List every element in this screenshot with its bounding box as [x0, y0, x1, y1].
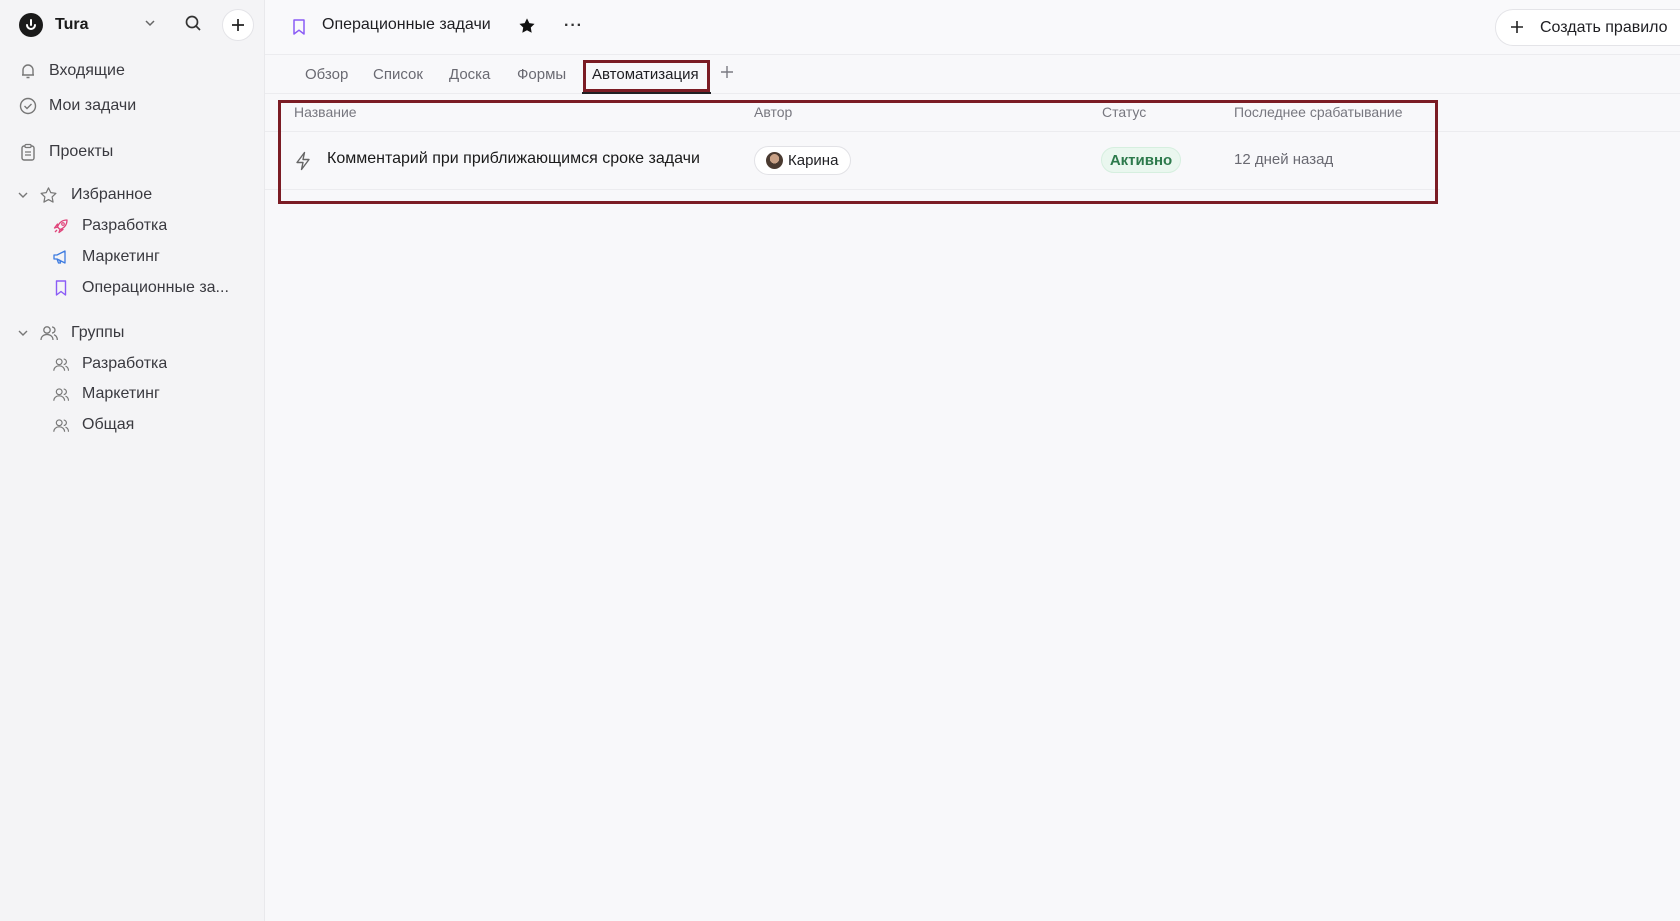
groups-section-toggle[interactable]: Группы	[17, 321, 124, 345]
workspace-logo-icon	[19, 13, 43, 37]
tab-overview[interactable]: Обзор	[305, 66, 348, 83]
active-tab-indicator	[582, 92, 711, 94]
tab-forms[interactable]: Формы	[517, 66, 566, 83]
users-icon	[52, 356, 70, 373]
users-icon	[52, 417, 70, 434]
bookmark-icon	[291, 18, 307, 41]
favorites-label: Избранное	[71, 186, 153, 203]
chevron-down-icon	[17, 327, 31, 339]
page-title: Операционные задачи	[322, 16, 491, 33]
workspace-switcher[interactable]: Tura	[19, 12, 155, 38]
group-item-development[interactable]: Разработка	[52, 352, 242, 376]
groups-label: Группы	[71, 324, 125, 341]
chevron-down-icon[interactable]	[143, 16, 157, 35]
more-options-icon[interactable]: ···	[564, 17, 583, 35]
group-item-label: Общая	[82, 416, 135, 433]
add-button[interactable]	[222, 9, 254, 41]
favorite-item-marketing[interactable]: Маркетинг	[52, 245, 242, 269]
plus-icon	[232, 19, 244, 31]
page-header: Операционные задачи ··· Создать правило	[265, 0, 1680, 55]
group-item-label: Маркетинг	[82, 385, 160, 402]
nav-item-label: Входящие	[49, 62, 125, 79]
search-icon[interactable]	[185, 15, 202, 37]
favorites-section-toggle[interactable]: Избранное	[17, 183, 152, 207]
nav-item-projects[interactable]: Проекты	[19, 140, 113, 164]
tab-list[interactable]: Список	[373, 66, 423, 83]
tab-board[interactable]: Доска	[449, 66, 490, 83]
favorite-item-operations[interactable]: Операционные за...	[52, 276, 242, 300]
group-item-marketing[interactable]: Маркетинг	[52, 382, 242, 406]
bell-icon	[19, 62, 37, 80]
group-item-general[interactable]: Общая	[52, 413, 242, 437]
check-circle-icon	[19, 97, 37, 115]
favorite-item-label: Операционные за...	[82, 279, 229, 296]
nav-item-inbox[interactable]: Входящие	[19, 59, 125, 83]
add-tab-button[interactable]	[720, 62, 734, 85]
view-tabs: Обзор Список Доска Формы Автоматизация	[265, 56, 1680, 94]
sidebar: Tura Входящие Мои задачи Проекты Избранн…	[0, 0, 265, 921]
create-rule-label: Создать правило	[1540, 18, 1668, 36]
megaphone-icon	[52, 248, 70, 266]
plus-icon	[1510, 18, 1524, 38]
bookmark-icon	[52, 279, 70, 297]
clipboard-icon	[19, 143, 37, 161]
rocket-icon	[52, 217, 70, 235]
tab-highlight-box	[583, 60, 710, 92]
nav-item-label: Мои задачи	[49, 97, 137, 114]
workspace-name: Tura	[55, 16, 89, 33]
favorite-item-label: Разработка	[82, 217, 168, 234]
star-icon[interactable]	[518, 17, 536, 40]
group-item-label: Разработка	[82, 355, 168, 372]
nav-item-my-tasks[interactable]: Мои задачи	[19, 94, 136, 118]
users-icon	[39, 324, 59, 342]
table-highlight-box	[278, 100, 1438, 204]
favorite-item-label: Маркетинг	[82, 248, 160, 265]
nav-item-label: Проекты	[49, 143, 114, 160]
create-rule-button[interactable]: Создать правило	[1495, 9, 1680, 46]
users-icon	[52, 386, 70, 403]
plus-icon	[721, 66, 733, 78]
favorite-item-development[interactable]: Разработка	[52, 214, 242, 238]
star-outline-icon	[39, 186, 59, 205]
chevron-down-icon	[17, 189, 31, 201]
